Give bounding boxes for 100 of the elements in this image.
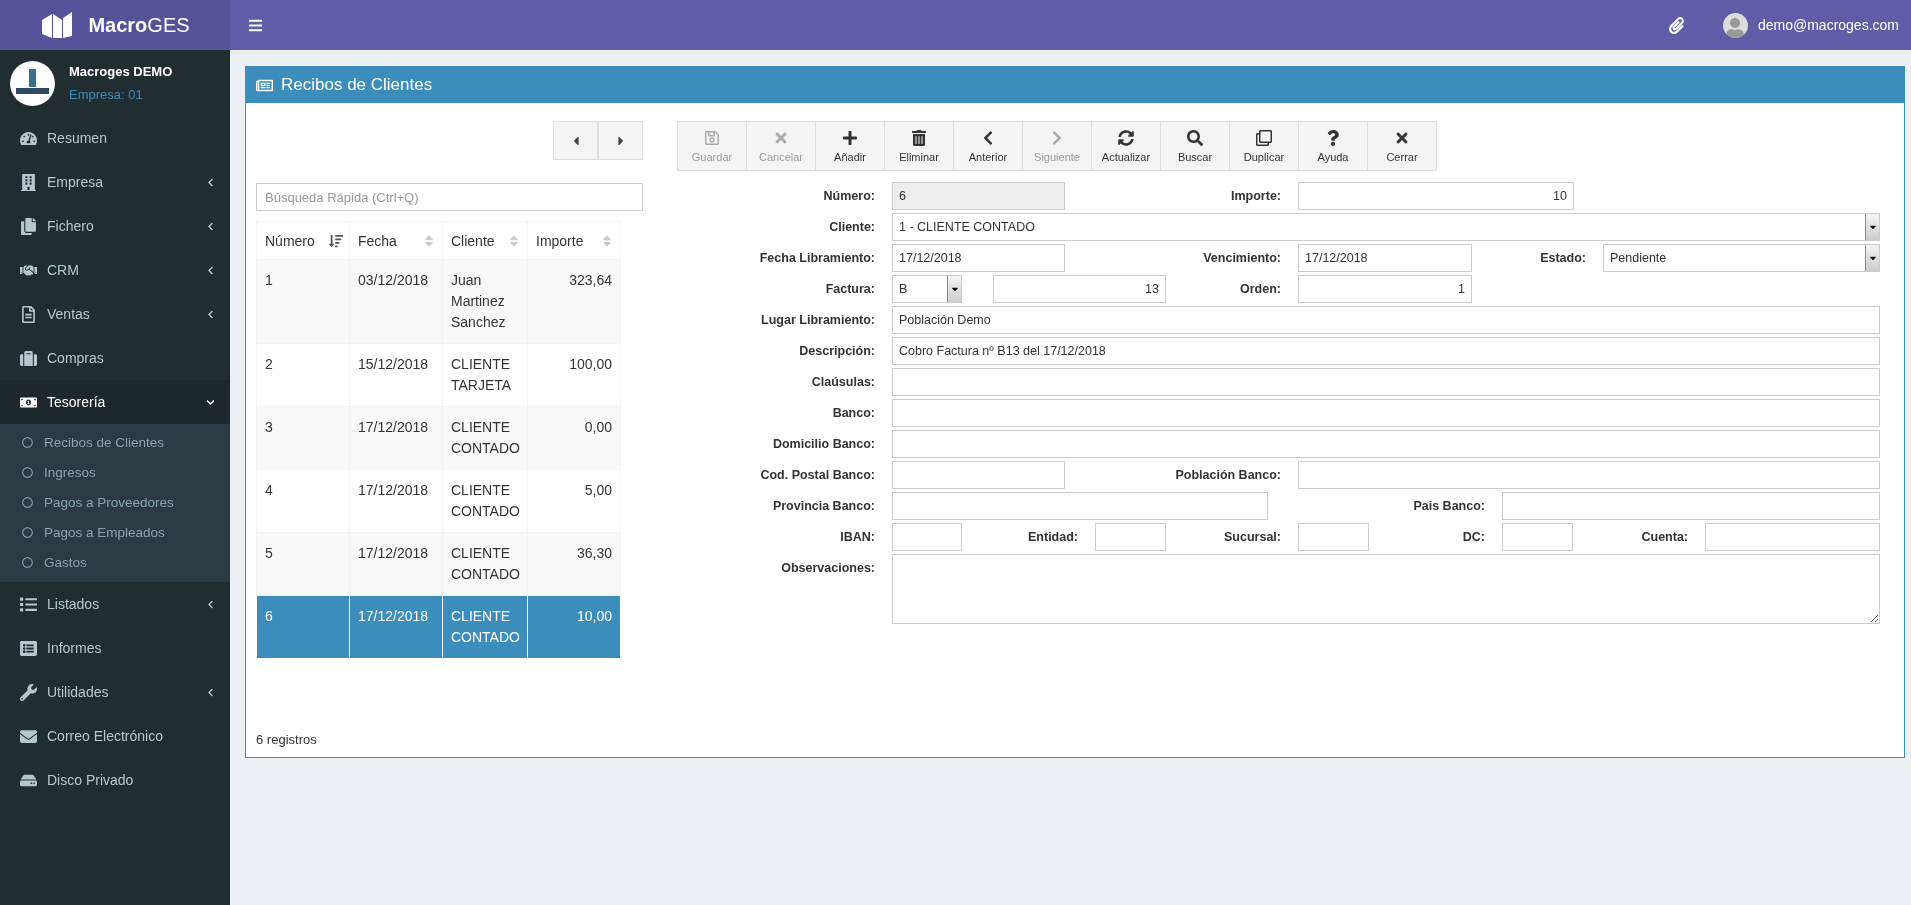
table-row[interactable]: 3 17/12/2018 CLIENTE CONTADO 0,00 (256, 406, 621, 470)
sidebar-item[interactable]: Compras (0, 336, 230, 380)
input-field[interactable] (892, 523, 962, 551)
logo-icon (40, 10, 75, 40)
input-field[interactable] (892, 368, 1880, 396)
input-field[interactable]: 17/12/2018 (892, 244, 1065, 272)
table-cell: 36,30 (527, 532, 621, 596)
previous-button[interactable]: Anterior (953, 121, 1023, 171)
close-button[interactable]: Cerrar (1367, 121, 1437, 171)
submenu-item[interactable]: Pagos a Proveedores (0, 487, 230, 517)
sidebar-item[interactable]: Correo Electrónico (0, 714, 230, 758)
input-field[interactable] (1095, 523, 1166, 551)
sidebar-item[interactable]: Utilidades (0, 670, 230, 714)
select-field[interactable]: 1 - CLIENTE CONTADO (892, 213, 1880, 241)
sidebar-item[interactable]: Disco Privado (0, 758, 230, 802)
field-label: Número: (822, 188, 876, 205)
input-field[interactable] (892, 492, 1268, 520)
select-field[interactable]: B (892, 275, 962, 303)
delete-button[interactable]: Eliminar (884, 121, 954, 171)
sidebar-item[interactable]: Informes (0, 626, 230, 670)
table-cell: 2 (256, 343, 350, 407)
table-cell: 323,64 (527, 259, 621, 344)
select-field[interactable]: Pendiente (1603, 244, 1880, 272)
sidebar-item[interactable]: Empresa (0, 160, 230, 204)
input-field[interactable] (892, 399, 1880, 427)
help-button[interactable]: Ayuda (1298, 121, 1368, 171)
search-button[interactable]: Buscar (1160, 121, 1230, 171)
company-label: Empresa: 01 (69, 87, 144, 102)
field-label: Banco: (831, 405, 876, 422)
sidebar-item[interactable]: Listados (0, 582, 230, 626)
table-cell: 6 (256, 595, 350, 659)
input-field[interactable]: Población Demo (892, 306, 1880, 334)
sidebar-item[interactable]: Tesorería (0, 380, 230, 424)
envelope-icon (17, 727, 39, 745)
search-field[interactable]: Búsqueda Rápida (Ctrl+Q) (256, 183, 643, 211)
text-area[interactable] (892, 554, 1880, 624)
field-label: Descripción: (798, 343, 876, 360)
column-header[interactable]: Cliente (442, 221, 528, 260)
field-label: Cod. Postal Banco: (759, 467, 876, 484)
input-field[interactable] (892, 430, 1880, 458)
table-cell: 100,00 (527, 343, 621, 407)
table-cell: CLIENTE CONTADO (442, 595, 528, 659)
refresh-icon (1118, 129, 1134, 146)
table-cell: 17/12/2018 (349, 532, 443, 596)
question-icon (1325, 129, 1341, 146)
sidebar-item[interactable]: Resumen (0, 116, 230, 160)
field-label: DC: (1461, 529, 1486, 546)
input-field[interactable]: 1 (1298, 275, 1472, 303)
menu-icon (248, 17, 263, 33)
field-label: Fecha Libramiento: (758, 250, 876, 267)
input-field[interactable]: 13 (993, 275, 1166, 303)
chevron-left-icon (206, 177, 215, 187)
copy-icon (1256, 129, 1272, 146)
add-button[interactable]: Añadir (815, 121, 885, 171)
input-field[interactable] (1502, 523, 1573, 551)
field-label: Estado: (1539, 250, 1587, 267)
table-cell: CLIENTE CONTADO (442, 406, 528, 470)
submenu-item[interactable]: Ingresos (0, 457, 230, 487)
input-field[interactable]: 10 (1298, 182, 1574, 210)
table-row[interactable]: 2 15/12/2018 CLIENTE TARJETA 100,00 (256, 343, 621, 407)
table-row[interactable]: 5 17/12/2018 CLIENTE CONTADO 36,30 (256, 532, 621, 596)
table-cell: CLIENTE CONTADO (442, 532, 528, 596)
column-header[interactable]: Importe (527, 221, 621, 260)
duplicate-button[interactable]: Duplicar (1229, 121, 1299, 171)
table-cell: 10,00 (527, 595, 621, 659)
next-button[interactable] (598, 121, 643, 160)
field-label: Importe: (1230, 188, 1282, 205)
sidebar-item[interactable]: Ventas (0, 292, 230, 336)
chevron-down-icon (206, 397, 215, 407)
table-row[interactable]: 1 03/12/2018 Juan Martinez Sanchez 323,64 (256, 259, 621, 344)
input-field[interactable] (1298, 523, 1369, 551)
column-header[interactable]: Fecha (349, 221, 443, 260)
field-label: Población Banco: (1174, 467, 1282, 484)
table-row[interactable]: 4 17/12/2018 CLIENTE CONTADO 5,00 (256, 469, 621, 533)
table-row[interactable]: 6 17/12/2018 CLIENTE CONTADO 10,00 (256, 595, 621, 659)
input-field[interactable]: 6 (892, 182, 1065, 210)
column-header[interactable]: Número (256, 221, 350, 260)
submenu-item[interactable]: Recibos de Clientes (0, 427, 230, 457)
table-cell: 0,00 (527, 406, 621, 470)
paperclip-icon[interactable] (1667, 16, 1685, 34)
field-label: Observaciones: (780, 560, 876, 577)
sidebar-item[interactable]: CRM (0, 248, 230, 292)
input-field[interactable] (1705, 523, 1880, 551)
submenu-item[interactable]: Gastos (0, 547, 230, 577)
previous-button[interactable] (553, 121, 598, 160)
input-field[interactable] (1502, 492, 1880, 520)
input-field[interactable] (1298, 461, 1880, 489)
user-menu[interactable]: demo@macroges.com (1722, 12, 1899, 38)
refresh-button[interactable]: Actualizar (1091, 121, 1161, 171)
input-field[interactable]: 17/12/2018 (1298, 244, 1472, 272)
table-cell: 15/12/2018 (349, 343, 443, 407)
chevron-left-icon (206, 309, 215, 319)
list-icon (17, 639, 39, 657)
list-icon (17, 595, 39, 613)
input-field[interactable]: Cobro Factura nº B13 del 17/12/2018 (892, 337, 1880, 365)
table-cell: 17/12/2018 (349, 469, 443, 533)
input-field[interactable] (892, 461, 1065, 489)
sidebar-item[interactable]: Fichero (0, 204, 230, 248)
table-cell: 3 (256, 406, 350, 470)
submenu-item[interactable]: Pagos a Empleados (0, 517, 230, 547)
